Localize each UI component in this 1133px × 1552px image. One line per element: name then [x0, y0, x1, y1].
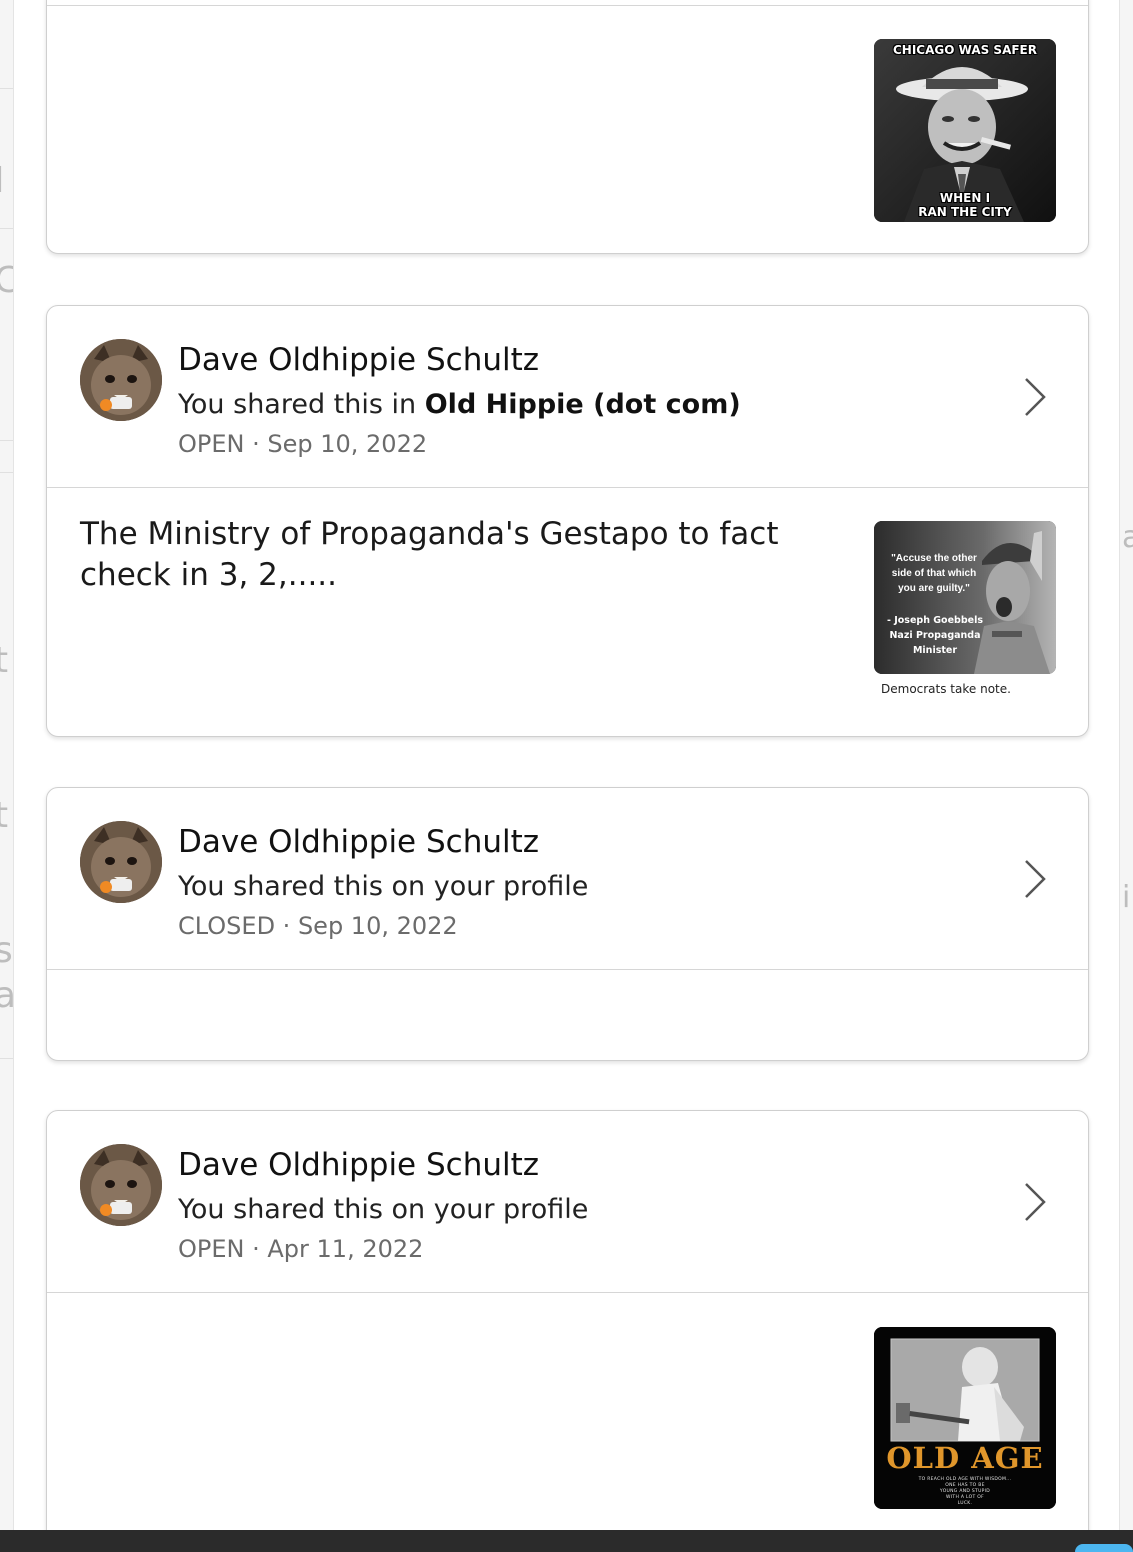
ghost-glyph: t [0, 640, 8, 681]
quote-line: side of that which [891, 568, 977, 579]
meme-subtitle: TO REACH OLD AGE WITH WISDOM... ONE HAS … [874, 1477, 1056, 1507]
status-badge: OPEN [178, 430, 245, 458]
quote-line: you are guilty." [898, 583, 970, 594]
meme-bottom-line-2: RAN THE CITY [918, 205, 1012, 219]
attribution-line: - Joseph Goebbels [886, 615, 983, 626]
post-image-goebbels[interactable]: "Accuse the other side of that which you… [874, 521, 1056, 674]
author-name[interactable]: Dave Oldhippie Schultz [178, 824, 539, 860]
meme-quote: "Accuse the other side of that which you… [878, 551, 990, 596]
post-header[interactable]: Dave Oldhippie Schultz You shared this i… [47, 306, 1088, 488]
chevron-right-icon[interactable] [1022, 376, 1048, 418]
chevron-right-icon[interactable] [1022, 858, 1048, 900]
meme-bottom-line-1: WHEN I [939, 191, 991, 205]
post-meta: OPEN · Apr 11, 2022 [178, 1235, 423, 1263]
chevron-right-icon[interactable] [1022, 1181, 1048, 1223]
divider [0, 440, 13, 441]
avatar[interactable] [80, 821, 162, 903]
subtitle-line: LUCK. [957, 1501, 973, 1506]
post-date: Sep 10, 2022 [267, 430, 428, 458]
ghost-glyph: t [0, 795, 8, 836]
post-card: Dave Oldhippie Schultz You shared this o… [46, 1110, 1089, 1530]
cat-avatar-icon [80, 821, 162, 903]
quote-line: "Accuse the other [891, 553, 977, 564]
attribution-line: Nazi Propaganda Minister [889, 630, 981, 656]
divider [0, 472, 13, 473]
shared-prefix: You shared this on your profile [178, 1194, 589, 1225]
group-link[interactable]: Old Hippie (dot com) [425, 389, 741, 420]
post-body: OLD AGE TO REACH OLD AGE WITH WISDOM... … [47, 1293, 1088, 1530]
author-name[interactable]: Dave Oldhippie Schultz [178, 1147, 539, 1183]
post-card: CHICAGO WAS SAFER WHEN I RAN THE CITY [46, 0, 1089, 254]
shared-prefix: You shared this in [178, 389, 425, 420]
post-image-capone[interactable]: CHICAGO WAS SAFER WHEN I RAN THE CITY [874, 39, 1056, 222]
cat-avatar-icon [80, 1144, 162, 1226]
post-meta: CLOSED · Sep 10, 2022 [178, 912, 458, 940]
shared-context: You shared this on your profile [178, 1194, 588, 1225]
shared-context: You shared this on your profile [178, 871, 588, 902]
background-page-right-edge: a i [1119, 0, 1133, 1530]
post-card: Dave Oldhippie Schultz You shared this i… [46, 305, 1089, 737]
shared-posts-panel: CHICAGO WAS SAFER WHEN I RAN THE CITY Da… [14, 0, 1119, 1530]
ghost-glyph: C [0, 260, 13, 301]
post-body [47, 970, 1088, 1060]
status-badge: CLOSED [178, 912, 276, 940]
post-image-old-age[interactable]: OLD AGE TO REACH OLD AGE WITH WISDOM... … [874, 1327, 1056, 1509]
post-date: Sep 10, 2022 [297, 912, 458, 940]
post-card: Dave Oldhippie Schultz You shared this o… [46, 787, 1089, 1061]
meta-separator: · [244, 1235, 268, 1263]
post-text: The Ministry of Propaganda's Gestapo to … [80, 516, 779, 593]
status-badge: OPEN [178, 1235, 245, 1263]
divider [0, 228, 13, 229]
meme-title: OLD AGE [886, 1441, 1044, 1475]
post-meta: OPEN · Sep 10, 2022 [178, 430, 427, 458]
post-header[interactable]: Dave Oldhippie Schultz You shared this o… [47, 1111, 1088, 1293]
avatar[interactable] [80, 339, 162, 421]
meta-separator: · [244, 430, 268, 458]
divider [0, 1058, 13, 1059]
meme-attribution: - Joseph Goebbels Nazi Propaganda Minist… [878, 613, 992, 658]
cat-avatar-icon [80, 339, 162, 421]
image-caption: Democrats take note. [881, 682, 1011, 696]
avatar[interactable] [80, 1144, 162, 1226]
post-header[interactable]: Dave Oldhippie Schultz You shared this o… [47, 788, 1088, 970]
post-date: Apr 11, 2022 [267, 1235, 424, 1263]
background-page-left-edge: I C t t st a [0, 0, 14, 1530]
meta-separator: · [275, 912, 298, 940]
meme-bottom-text: WHEN I RAN THE CITY [874, 191, 1056, 219]
post-body: CHICAGO WAS SAFER WHEN I RAN THE CITY [47, 6, 1088, 253]
ghost-glyph: I [0, 160, 5, 201]
shared-prefix: You shared this on your profile [178, 871, 589, 902]
taskbar [0, 1530, 1133, 1552]
ghost-glyph: a [1122, 520, 1133, 555]
author-name[interactable]: Dave Oldhippie Schultz [178, 342, 539, 378]
ghost-glyph: i [1122, 880, 1131, 915]
shared-context: You shared this in Old Hippie (dot com) [178, 389, 741, 420]
divider [0, 88, 13, 89]
ghost-glyph: a [0, 975, 13, 1016]
taskbar-button[interactable] [1075, 1544, 1133, 1552]
ghost-glyph: st [0, 930, 13, 971]
meme-top-text: CHICAGO WAS SAFER [892, 43, 1037, 57]
post-body: The Ministry of Propaganda's Gestapo to … [47, 488, 1088, 736]
